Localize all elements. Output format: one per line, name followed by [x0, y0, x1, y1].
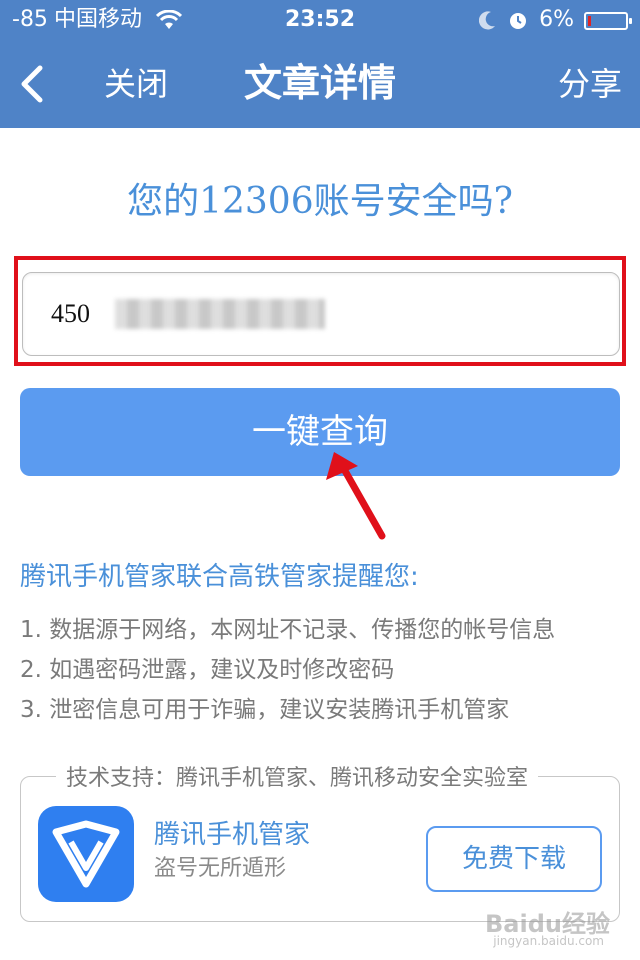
watermark-sub: jingyan.baidu.com — [493, 934, 604, 948]
annotation-arrow-icon — [326, 452, 386, 540]
battery-percent: 6% — [539, 7, 574, 32]
free-download-button[interactable]: 免费下载 — [426, 826, 602, 892]
support-legend: 技术支持：腾讯手机管家、腾讯移动安全实验室 — [56, 760, 539, 792]
list-item: 3. 泄密信息可用于诈骗，建议安装腾讯手机管家 — [20, 697, 510, 723]
list-item: 2. 如遇密码泄露，建议及时修改密码 — [20, 657, 395, 683]
account-input-value: 450 — [51, 299, 90, 328]
reminder-title: 腾讯手机管家联合高铁管家提醒您: — [20, 562, 419, 592]
moon-icon — [479, 11, 496, 30]
status-right: 6% — [479, 0, 632, 40]
page: -85 中国移动 23:52 6% 关闭 文章详情 分享 您的12306账号安全… — [0, 0, 640, 960]
tips-list: 1. 数据源于网络，本网址不记录、传播您的帐号信息 2. 如遇密码泄露，建议及时… — [20, 610, 555, 730]
header: -85 中国移动 23:52 6% 关闭 文章详情 分享 — [0, 0, 640, 128]
account-input[interactable]: 450 — [22, 272, 620, 356]
nav-bar: 关闭 文章详情 分享 — [0, 40, 640, 128]
tencent-shield-icon — [52, 820, 120, 888]
app-icon[interactable] — [38, 806, 134, 902]
page-title: 文章详情 — [243, 61, 396, 105]
share-button[interactable]: 分享 — [558, 62, 622, 106]
app-slogan: 盗号无所遁形 — [154, 856, 287, 881]
status-bar: -85 中国移动 23:52 6% — [0, 0, 640, 40]
redacted-blur — [115, 299, 325, 329]
app-name: 腾讯手机管家 — [154, 820, 311, 850]
security-question-heading: 您的12306账号安全吗? — [127, 181, 513, 222]
list-item: 1. 数据源于网络，本网址不记录、传播您的帐号信息 — [20, 617, 556, 643]
battery-icon — [584, 12, 632, 30]
alarm-icon — [510, 13, 527, 29]
